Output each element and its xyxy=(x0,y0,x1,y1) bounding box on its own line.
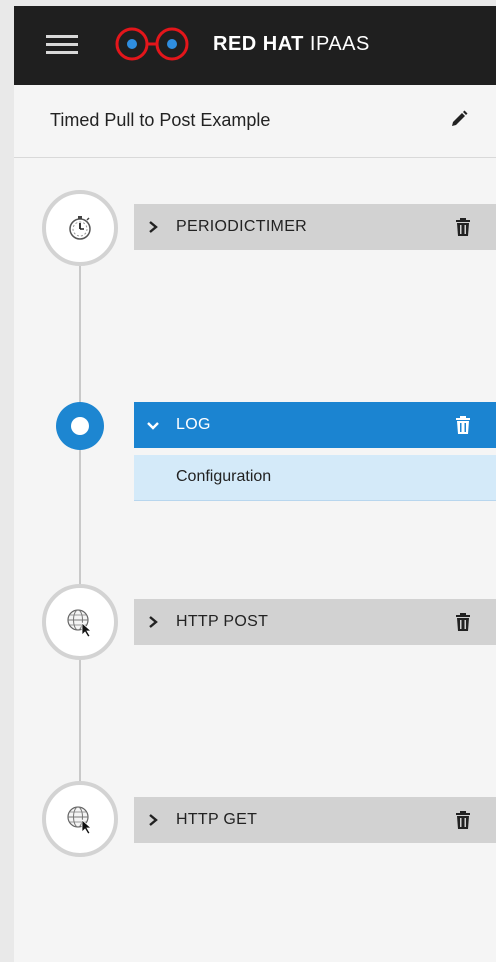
trash-icon[interactable] xyxy=(455,218,471,236)
flow-title-bar: Timed Pull to Post Example xyxy=(14,85,496,158)
top-navbar: RED HAT IPAAS xyxy=(14,6,496,85)
step-label: PERIODICTIMER xyxy=(176,218,308,235)
chevron-right-icon xyxy=(149,616,158,628)
configuration-link[interactable]: Configuration xyxy=(176,468,271,486)
step-node-http-post[interactable] xyxy=(42,584,118,660)
step-http-get[interactable]: HTTP GET xyxy=(134,797,496,843)
chevron-right-icon xyxy=(149,221,158,233)
red-hat-logo-icon xyxy=(115,27,189,61)
step-log-subpanel: Configuration xyxy=(134,455,496,501)
step-node-http-get[interactable] xyxy=(42,781,118,857)
hamburger-menu-icon[interactable] xyxy=(46,33,78,57)
active-step-dot[interactable] xyxy=(56,402,104,450)
trash-icon[interactable] xyxy=(455,613,471,631)
brand-name: RED HAT IPAAS xyxy=(213,33,370,56)
step-log[interactable]: LOG xyxy=(134,402,496,448)
step-periodictimer[interactable]: PERIODICTIMER xyxy=(134,204,496,250)
brand-light: IPAAS xyxy=(309,33,370,55)
app-frame: RED HAT IPAAS Timed Pull to Post Example … xyxy=(14,6,496,962)
chevron-down-icon xyxy=(147,422,159,430)
step-label: HTTP GET xyxy=(176,811,258,828)
globe-cursor-icon xyxy=(67,806,93,835)
globe-cursor-icon xyxy=(67,609,93,638)
brand-bold: RED HAT xyxy=(213,33,304,55)
pencil-icon[interactable] xyxy=(449,109,469,129)
trash-icon[interactable] xyxy=(455,416,471,434)
timer-icon xyxy=(69,216,91,240)
chevron-right-icon xyxy=(149,814,158,826)
timeline-rail xyxy=(79,224,81,801)
trash-icon[interactable] xyxy=(455,811,471,829)
active-step-dot-center xyxy=(71,417,89,435)
step-node-periodictimer[interactable] xyxy=(42,190,118,266)
step-label: HTTP POST xyxy=(176,613,269,630)
flow-title: Timed Pull to Post Example xyxy=(50,110,271,130)
step-http-post[interactable]: HTTP POST xyxy=(134,599,496,645)
step-label: LOG xyxy=(176,416,211,433)
